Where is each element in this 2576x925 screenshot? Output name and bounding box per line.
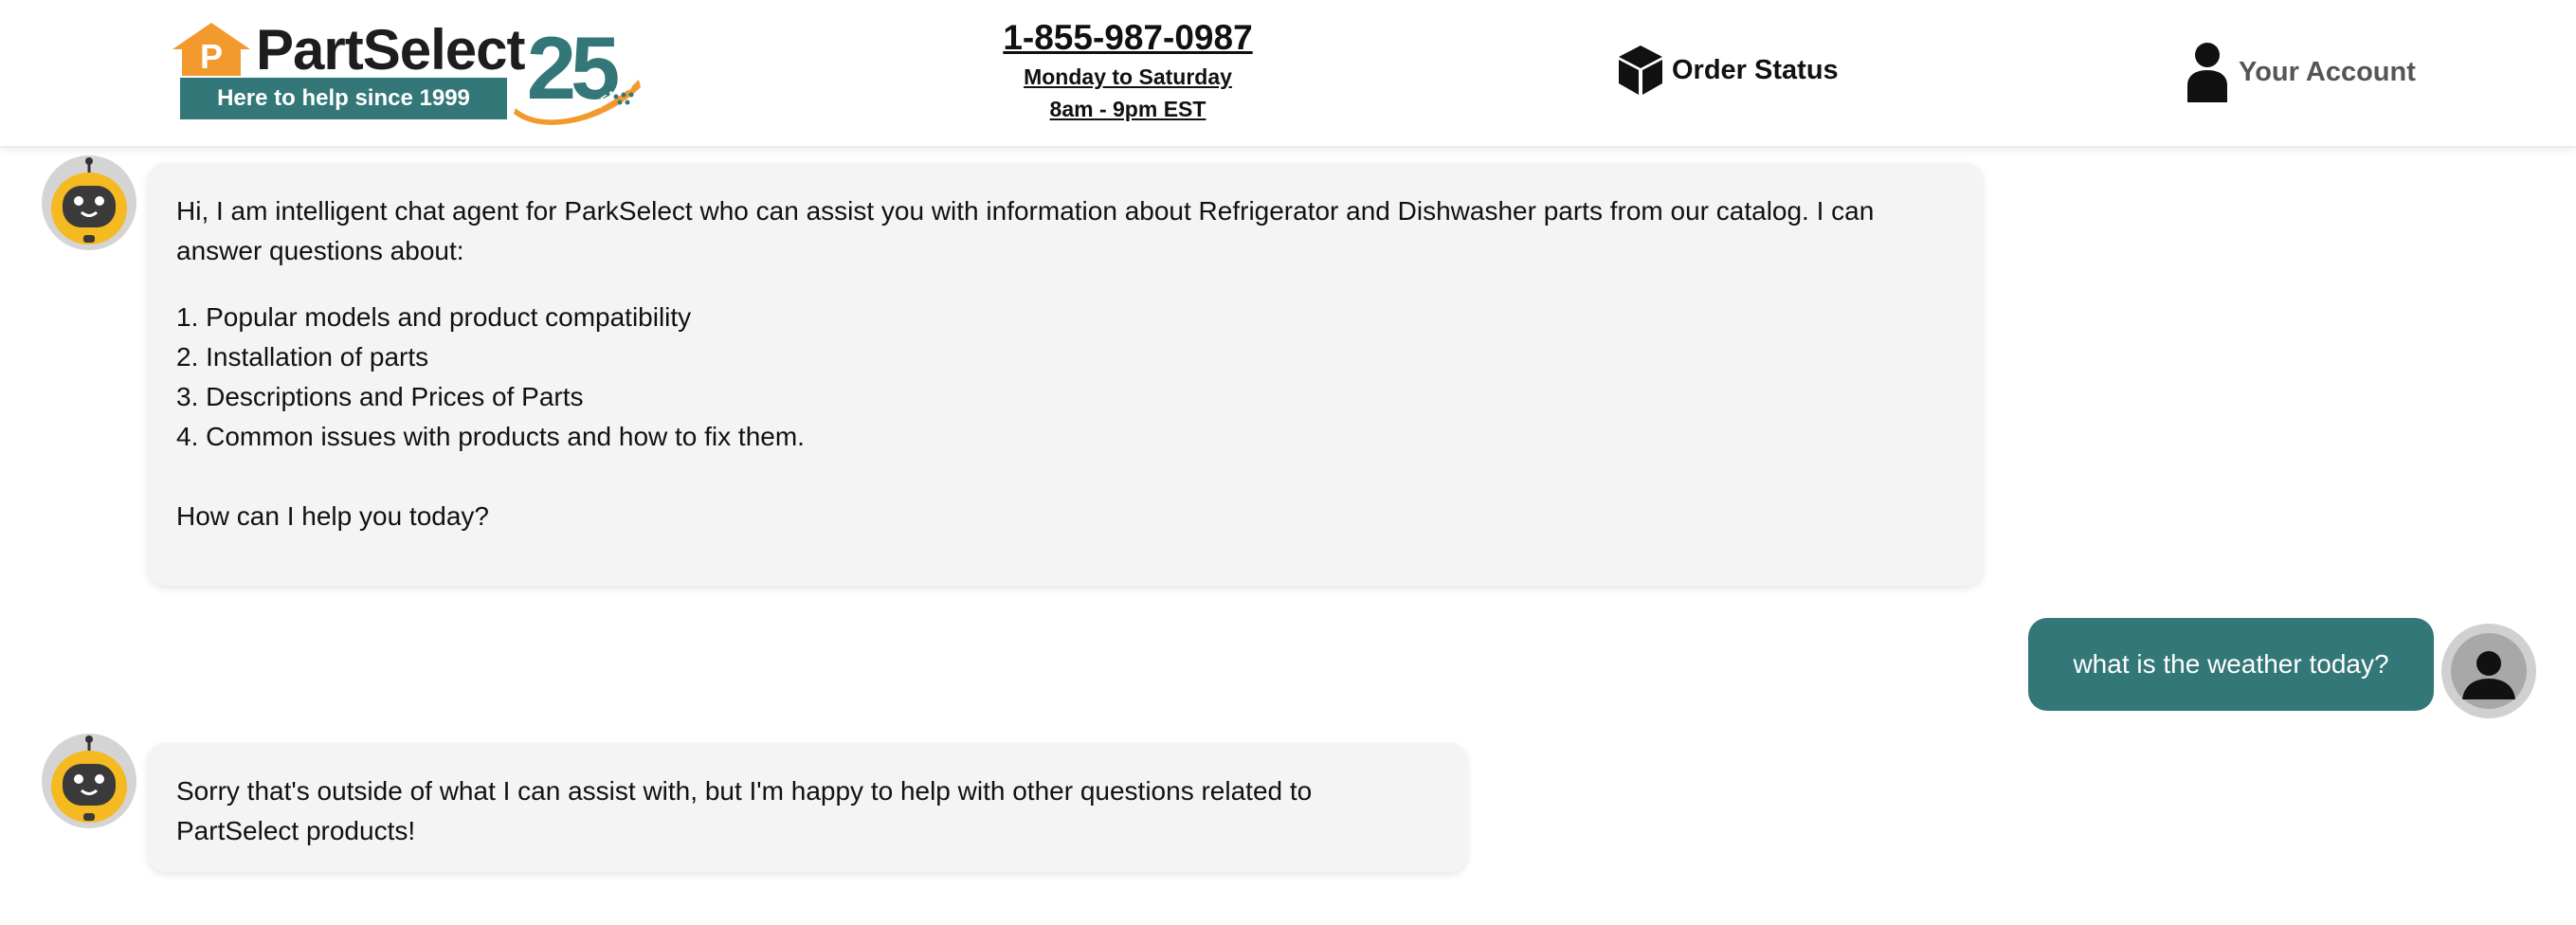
hours-time: 8am - 9pm EST: [1049, 97, 1206, 121]
contact-info: 1-855-987-0987 Monday to Saturday 8am - …: [986, 15, 1270, 125]
user-avatar-icon: [2441, 624, 2536, 718]
bot-message-bubble: Hi, I am intelligent chat agent for Park…: [148, 163, 1983, 586]
your-account-link[interactable]: Your Account: [2186, 42, 2416, 102]
order-status-label: Order Status: [1672, 54, 1839, 85]
person-icon: [2187, 43, 2227, 102]
anniversary-badge-icon: 25 YEARS: [514, 18, 641, 125]
partselect-logo[interactable]: P PartSelect Here to help since 1999 25 …: [171, 17, 644, 129]
house-logo-icon: P: [172, 23, 250, 76]
bot-reply-text: Sorry that's outside of what I can assis…: [176, 776, 1313, 845]
robot-avatar-icon: [42, 155, 136, 250]
hours-days: Monday to Saturday: [1024, 64, 1232, 89]
list-item: 4. Common issues with products and how t…: [176, 422, 805, 451]
list-item: 1. Popular models and product compatibil…: [176, 302, 692, 332]
bot-message-bubble: Sorry that's outside of what I can assis…: [148, 743, 1467, 872]
order-status-link[interactable]: Order Status: [1617, 44, 1839, 97]
bot-intro-text: Hi, I am intelligent chat agent for Park…: [176, 196, 1875, 265]
logo-brand-text: PartSelect: [256, 18, 525, 82]
house-logo-letter: P: [200, 37, 223, 76]
list-item: 2. Installation of parts: [176, 342, 429, 372]
site-header: P PartSelect Here to help since 1999 25 …: [0, 0, 2576, 148]
box-icon: [1619, 45, 1662, 95]
list-item: 3. Descriptions and Prices of Parts: [176, 382, 584, 411]
logo-tagline: Here to help since 1999: [180, 78, 507, 119]
phone-link[interactable]: 1-855-987-0987: [986, 15, 1270, 61]
your-account-label: Your Account: [2239, 56, 2416, 87]
user-message-bubble: what is the weather today?: [2028, 618, 2434, 711]
bot-closing-text: How can I help you today?: [176, 501, 489, 531]
robot-avatar-icon: [42, 734, 136, 828]
